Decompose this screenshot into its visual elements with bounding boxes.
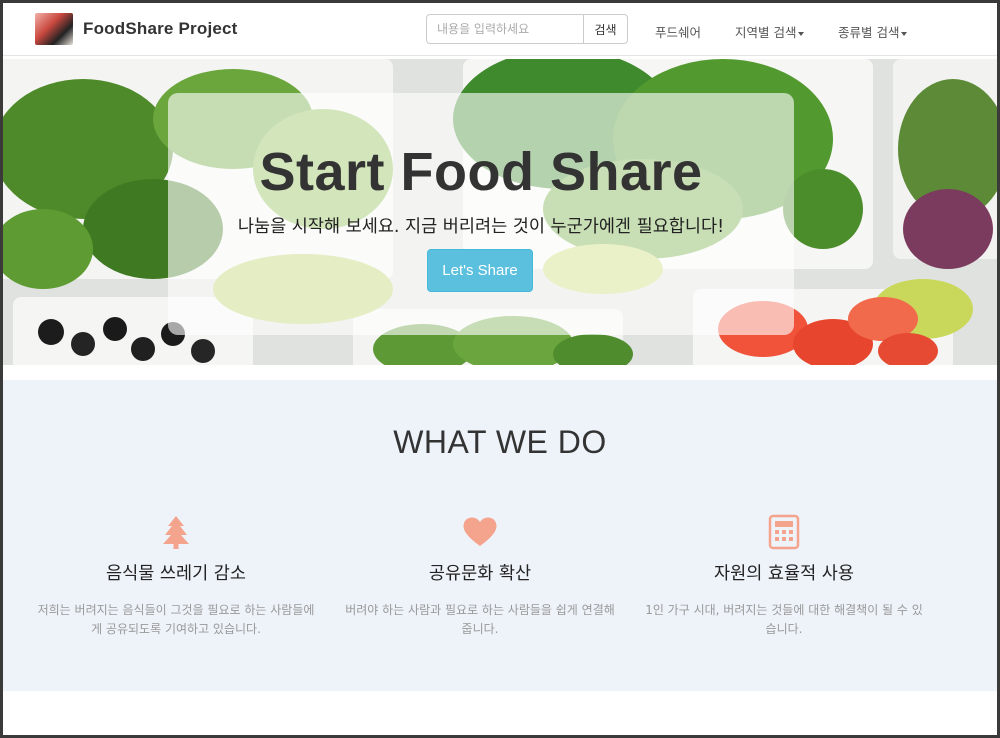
- feature-food-waste: 음식물 쓰레기 감소 저희는 버려지는 음식들이 그것을 필요로 하는 사람들에…: [31, 514, 321, 639]
- nav-link-label: 종류별 검색: [838, 25, 900, 40]
- search-button[interactable]: 검색: [583, 14, 628, 44]
- feature-resource-efficiency: 자원의 효율적 사용 1인 가구 시대, 버려지는 것들에 대한 해결책이 될 …: [639, 514, 929, 639]
- feature-heading: 공유문화 확산: [428, 564, 532, 584]
- feature-heading: 자원의 효율적 사용: [714, 564, 854, 584]
- nav-link-foodshare[interactable]: 푸드쉐어: [655, 22, 701, 41]
- feature-text: 저희는 버려지는 음식들이 그것을 필요로 하는 사람들에게 공유되도록 기여하…: [37, 603, 315, 636]
- what-we-do-section: WHAT WE DO 음식물 쓰레기 감소 저희는 버려지는 음식들이 그것을 …: [3, 380, 997, 691]
- hero-card: Start Food Share 나눔을 시작해 보세요. 지금 버리려는 것이…: [168, 93, 794, 335]
- brand-name[interactable]: FoodShare Project: [83, 19, 238, 39]
- search-input[interactable]: [426, 14, 584, 44]
- feature-text: 버려야 하는 사람과 필요로 하는 사람들을 쉽게 연결해 줍니다.: [345, 603, 615, 636]
- navbar: FoodShare Project 검색 푸드쉐어 지역별 검색 종류별 검색: [3, 3, 997, 56]
- calculator-icon: [768, 514, 800, 550]
- caret-down-icon: [901, 31, 908, 36]
- feature-heading: 음식물 쓰레기 감소: [106, 564, 246, 584]
- caret-down-icon: [798, 31, 805, 36]
- hero-subtitle: 나눔을 시작해 보세요. 지금 버리려는 것이 누군가에겐 필요합니다!: [237, 217, 725, 237]
- lets-share-button[interactable]: Let's Share: [427, 249, 533, 292]
- tree-icon: [163, 516, 189, 549]
- heart-icon: [463, 517, 497, 546]
- hero-banner: Start Food Share 나눔을 시작해 보세요. 지금 버리려는 것이…: [3, 59, 997, 365]
- nav-dropdown-type[interactable]: 종류별 검색: [838, 22, 908, 41]
- hero-title: Start Food Share: [259, 142, 703, 202]
- logo-image[interactable]: [35, 13, 73, 45]
- nav-link-label: 지역별 검색: [735, 25, 797, 40]
- nav-link-label: 푸드쉐어: [655, 25, 702, 40]
- browser-frame: FoodShare Project 검색 푸드쉐어 지역별 검색 종류별 검색: [3, 3, 997, 735]
- feature-sharing-culture: 공유문화 확산 버려야 하는 사람과 필요로 하는 사람들을 쉽게 연결해 줍니…: [335, 514, 625, 639]
- feature-text: 1인 가구 시대, 버려지는 것들에 대한 해결책이 될 수 있습니다.: [645, 603, 923, 636]
- section-title: WHAT WE DO: [393, 424, 607, 460]
- nav-dropdown-region[interactable]: 지역별 검색: [735, 22, 805, 41]
